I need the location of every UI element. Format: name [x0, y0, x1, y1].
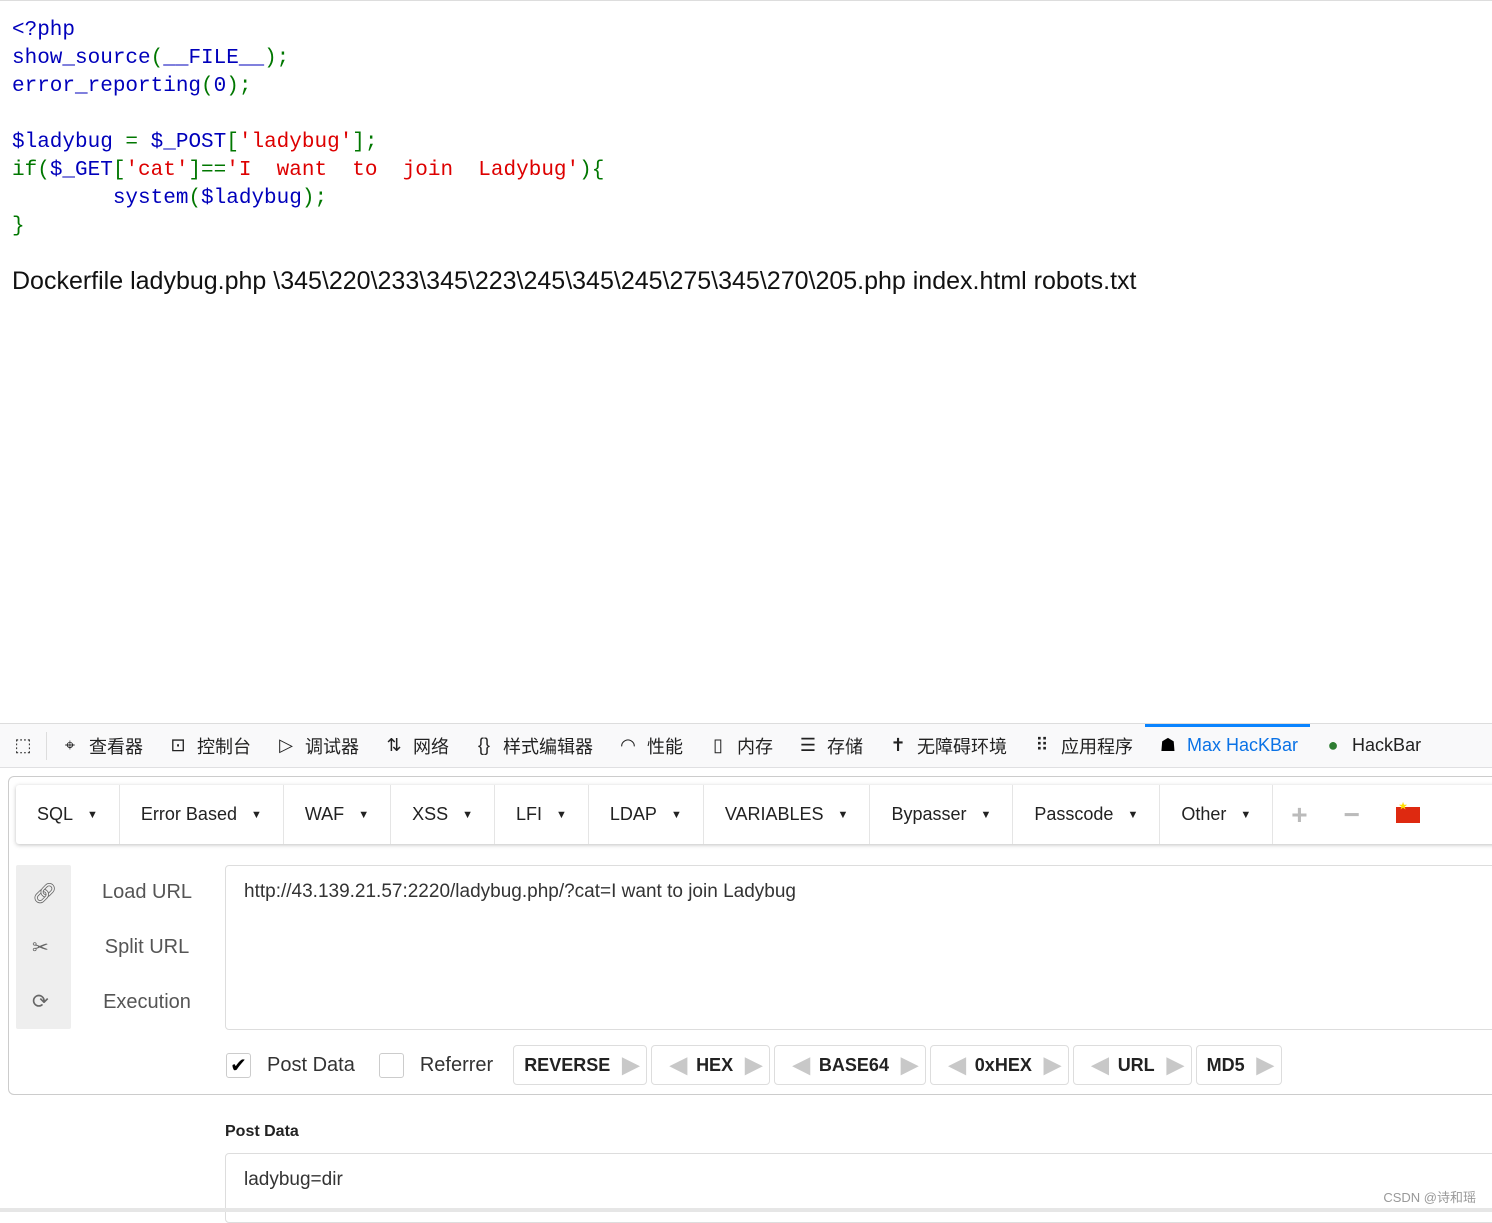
- style-editor-icon: {}: [477, 735, 491, 755]
- menu-lfi[interactable]: LFI ▼: [495, 785, 589, 844]
- network-icon: ⇅: [386, 735, 402, 755]
- hackbar-icon: ●: [1327, 735, 1339, 755]
- caret-down-icon: ▼: [670, 808, 682, 821]
- bottom-edge: [0, 1208, 1492, 1212]
- arrow-left-icon: ◀: [1091, 1052, 1109, 1077]
- tab-application[interactable]: ⠿ 应用程序: [1019, 724, 1145, 767]
- execution-button[interactable]: Execution: [82, 991, 212, 1014]
- accessibility-icon: ✝: [890, 735, 906, 755]
- url-encode-button[interactable]: ◀ URL ▶: [1072, 1045, 1192, 1085]
- split-url-button[interactable]: Split URL: [82, 936, 212, 959]
- memory-icon: ▯: [713, 735, 723, 755]
- minus-icon[interactable]: −: [1344, 799, 1360, 831]
- debugger-icon: ▷: [279, 735, 293, 755]
- menu-ldap[interactable]: LDAP ▼: [589, 785, 704, 844]
- post-data-checkbox[interactable]: ✔: [226, 1052, 251, 1078]
- caret-down-icon: ▼: [358, 808, 370, 821]
- refresh-icon[interactable]: ⟳: [32, 989, 49, 1014]
- plus-icon[interactable]: +: [1291, 799, 1307, 831]
- url-input[interactable]: http://43.139.21.57:2220/ladybug.php/?ca…: [225, 865, 1492, 1030]
- arrow-right-icon: ▶: [622, 1052, 639, 1077]
- menu-waf[interactable]: WAF ▼: [284, 785, 392, 844]
- element-picker-button[interactable]: ⬚: [0, 731, 47, 760]
- tab-performance[interactable]: ◠ 性能: [605, 724, 695, 767]
- menu-passcode[interactable]: Passcode ▼: [1013, 785, 1161, 844]
- options-row: ✔ Post Data Referrer REVERSE ▶ ◀ HEX ▶ ◀ BASE…: [226, 1045, 1282, 1085]
- storage-icon: ☰: [799, 735, 817, 755]
- application-icon: ⠿: [1035, 735, 1049, 755]
- tab-storage[interactable]: ☰ 存储: [785, 724, 875, 767]
- hacker-icon: ☗: [1159, 735, 1177, 755]
- 0xhex-button[interactable]: ◀ 0xHEX ▶: [929, 1045, 1069, 1085]
- caret-down-icon: ▼: [1127, 808, 1139, 821]
- menu-xss[interactable]: XSS ▼: [391, 785, 495, 844]
- command-output: Dockerfile ladybug.php \345\220\233\345\…: [12, 267, 1137, 295]
- link-icon[interactable]: 🔗︎: [32, 881, 57, 906]
- load-url-button[interactable]: Load URL: [82, 881, 212, 904]
- menu-sql[interactable]: SQL ▼: [16, 785, 120, 844]
- post-data-label: Post Data: [225, 1123, 299, 1140]
- md5-button[interactable]: MD5 ▶: [1195, 1045, 1282, 1085]
- arrow-left-icon: ◀: [793, 1052, 810, 1077]
- caret-down-icon: ▼: [980, 808, 992, 821]
- action-icons-sidebar: 🔗︎ ✂ ⟳: [16, 865, 71, 1029]
- base64-button[interactable]: ◀ BASE64 ▶: [774, 1045, 926, 1085]
- tab-memory[interactable]: ▯ 内存: [695, 724, 785, 767]
- menu-variables[interactable]: VARIABLES ▼: [704, 785, 871, 844]
- tab-network[interactable]: ⇅ 网络: [371, 724, 461, 767]
- tab-console[interactable]: ⊡ 控制台: [155, 724, 263, 767]
- arrow-right-icon: ▶: [1166, 1052, 1184, 1077]
- arrow-right-icon: ▶: [1256, 1052, 1274, 1077]
- caret-down-icon: ▼: [87, 808, 98, 821]
- performance-icon: ◠: [620, 735, 636, 755]
- scissors-icon[interactable]: ✂: [32, 935, 49, 960]
- referrer-checkbox[interactable]: [378, 1052, 404, 1078]
- post-data-input[interactable]: ladybug=dir: [225, 1153, 1492, 1223]
- hex-button[interactable]: ◀ HEX ▶: [651, 1045, 770, 1085]
- caret-down-icon: ▼: [462, 808, 473, 821]
- tab-inspector[interactable]: ⌖ 查看器: [47, 724, 155, 767]
- arrow-right-icon: ▶: [745, 1052, 762, 1077]
- tab-hackbar[interactable]: ● HackBar: [1310, 724, 1433, 767]
- picker-icon: ⬚: [14, 735, 32, 755]
- menu-other[interactable]: Other ▼: [1160, 785, 1274, 844]
- arrow-right-icon: ▶: [1043, 1052, 1061, 1077]
- menu-bypasser[interactable]: Bypasser ▼: [870, 785, 1014, 844]
- menu-error-based[interactable]: Error Based ▼: [120, 785, 284, 844]
- reverse-button[interactable]: REVERSE ▶: [513, 1045, 648, 1085]
- inspector-icon: ⌖: [64, 735, 76, 755]
- php-source: <?php show_source(__FILE__); error_repor…: [12, 19, 605, 238]
- caret-down-icon: ▼: [556, 808, 567, 821]
- tab-accessibility[interactable]: ✝ 无障碍环境: [875, 724, 1019, 767]
- console-icon: ⊡: [170, 735, 186, 755]
- hackbar-menu: SQL ▼ Error Based ▼ WAF ▼ XSS ▼ LFI ▼ LDAP ▼ V…: [16, 785, 1492, 844]
- tab-style-editor[interactable]: {} 样式编辑器: [461, 724, 605, 767]
- tab-max-hackbar[interactable]: ☗ Max HacKBar: [1145, 724, 1311, 767]
- caret-down-icon: ▼: [1240, 808, 1252, 821]
- arrow-left-icon: ◀: [670, 1052, 687, 1077]
- tab-debugger[interactable]: ▷ 调试器: [263, 724, 371, 767]
- china-flag-icon[interactable]: ★: [1395, 801, 1420, 823]
- watermark: CSDN @诗和瑶: [1383, 1190, 1476, 1205]
- devtools-toolbar: ⬚ ⌖ 查看器 ⊡ 控制台 ▷ 调试器 ⇅ 网络 {} 样式编辑器 ◠ 性能 ▯ 内存 ☰ 存储…: [0, 723, 1492, 768]
- arrow-left-icon: ◀: [948, 1052, 966, 1077]
- arrow-right-icon: ▶: [900, 1052, 918, 1077]
- caret-down-icon: ▼: [250, 808, 262, 821]
- caret-down-icon: ▼: [837, 808, 849, 821]
